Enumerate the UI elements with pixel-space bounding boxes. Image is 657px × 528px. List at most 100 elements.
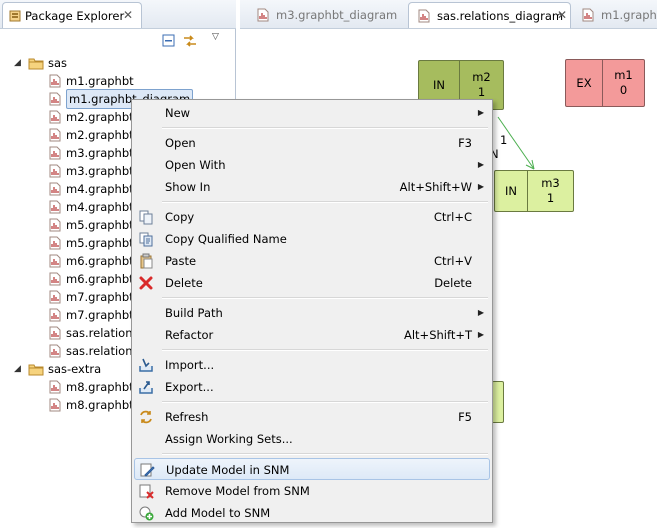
tab-sas-relations-diagram[interactable]: sas.relations_diagram ✕ — [408, 2, 571, 28]
tab-m3-graphbt-diagram[interactable]: m3.graphbt_diagram — [248, 2, 408, 28]
diagram-file-icon — [256, 8, 270, 25]
menu-item-paste[interactable]: Paste Ctrl+V — [134, 250, 490, 272]
tree-item-label: m4.graphbt — [66, 182, 134, 196]
menu-item-label: Import... — [165, 358, 215, 372]
menu-item-assign-working-sets[interactable]: Assign Working Sets... — [134, 428, 490, 450]
expand-toggle-icon[interactable]: ◢ — [14, 54, 21, 72]
menu-item-label: Paste — [165, 254, 197, 268]
submenu-arrow-icon: ▶ — [477, 330, 484, 339]
menu-item-label: Copy — [165, 210, 195, 224]
tree-item-label: m2.graphbt — [66, 110, 134, 124]
editor-tabbar: m3.graphbt_diagram sas.relations_diagram… — [240, 0, 657, 29]
tree-item-label: sas-extra — [48, 362, 102, 376]
submenu-arrow-icon: ▶ — [477, 108, 484, 117]
menu-item-refactor[interactable]: Refactor Alt+Shift+T ▶ — [134, 324, 490, 346]
menu-item-shortcut: F5 — [458, 410, 472, 424]
diagram-file-icon — [581, 8, 595, 25]
collapse-all-icon[interactable] — [162, 34, 176, 51]
menu-item-update-model-in-snm[interactable]: Update Model in SNM — [134, 458, 490, 480]
tab-label: m3.graphbt_diagram — [276, 8, 398, 22]
menu-item-open[interactable]: Open F3 — [134, 132, 490, 154]
update-model-icon — [139, 462, 155, 478]
tree-item-label: m5.graphbt — [66, 218, 134, 232]
tree-item-label: m4.graphbt — [66, 200, 134, 214]
tree-project-row[interactable]: ◢ sas — [0, 54, 236, 72]
menu-item-build-path[interactable]: Build Path ▶ — [134, 302, 490, 324]
menu-item-label: Refresh — [165, 410, 209, 424]
tree-item-label: m2.graphbt — [66, 128, 134, 142]
menu-separator — [162, 297, 488, 299]
tab-label: m1.graphbt_ — [601, 8, 657, 22]
menu-item-label: Open — [165, 136, 196, 150]
menu-separator — [162, 201, 488, 203]
edge-multiplicity-label: 1 — [500, 133, 508, 147]
package-explorer-tab[interactable]: Package Explorer ✕ — [2, 2, 142, 28]
menu-item-shortcut: Ctrl+V — [434, 254, 472, 268]
add-model-icon — [138, 505, 154, 521]
menu-item-copy-qualified-name[interactable]: Copy Qualified Name — [134, 228, 490, 250]
menu-item-refresh[interactable]: Refresh F5 — [134, 406, 490, 428]
menu-item-remove-model-from-snm[interactable]: Remove Model from SNM — [134, 480, 490, 502]
menu-item-label: Show In — [165, 180, 211, 194]
tree-item-label: m8.graphbt — [66, 380, 134, 394]
tree-item-label: m5.graphbt — [66, 236, 134, 250]
paste-icon — [138, 253, 154, 269]
refresh-icon — [138, 409, 154, 425]
close-tab-icon[interactable]: ✕ — [557, 8, 567, 22]
context-menu: New ▶ Open F3 Open With ▶ Show In Alt+Shift+W ▶ C… — [131, 99, 493, 523]
close-view-icon[interactable]: ✕ — [123, 8, 133, 22]
package-explorer-toolbar: ▽ — [160, 32, 230, 52]
menu-item-label: Assign Working Sets... — [165, 432, 293, 446]
expand-toggle-icon[interactable]: ◢ — [14, 360, 21, 378]
menu-separator — [162, 401, 488, 403]
menu-separator — [162, 349, 488, 351]
export-icon — [138, 379, 154, 395]
menu-item-import[interactable]: Import... — [134, 354, 490, 376]
tree-item-label: m6.graphbt — [66, 272, 134, 286]
tree-file-row[interactable]: m1.graphbt — [0, 72, 236, 90]
menu-item-shortcut: Alt+Shift+T — [403, 328, 472, 342]
submenu-arrow-icon: ▶ — [477, 308, 484, 317]
package-explorer-title: Package Explorer — [25, 9, 125, 23]
menu-item-add-model-to-snm[interactable]: Add Model to SNM — [134, 502, 490, 524]
tree-item-label: m7.graphbt — [66, 290, 134, 304]
menu-item-label: Delete — [165, 276, 203, 290]
menu-item-label: Refactor — [165, 328, 214, 342]
tab-label: sas.relations_diagram — [437, 9, 564, 23]
tree-item-label: sas — [48, 56, 68, 70]
tree-item-label: m3.graphbt — [66, 146, 134, 160]
import-icon — [138, 357, 154, 373]
copy-icon — [138, 209, 154, 225]
package-explorer-tabbar: Package Explorer ✕ — [0, 0, 236, 29]
menu-item-label: Export... — [165, 380, 214, 394]
menu-item-copy[interactable]: Copy Ctrl+C — [134, 206, 490, 228]
tab-m1-graphbt-diagram[interactable]: m1.graphbt_ — [573, 2, 657, 28]
menu-item-new[interactable]: New ▶ — [134, 102, 490, 124]
menu-item-shortcut: F3 — [458, 136, 472, 150]
menu-item-shortcut: Alt+Shift+W — [399, 180, 472, 194]
menu-item-show-in[interactable]: Show In Alt+Shift+W ▶ — [134, 176, 490, 198]
delete-icon — [138, 275, 154, 291]
submenu-arrow-icon: ▶ — [477, 182, 484, 191]
tree-item-label: m6.graphbt — [66, 254, 134, 268]
menu-item-shortcut: Ctrl+C — [433, 210, 472, 224]
link-with-editor-icon[interactable] — [182, 34, 198, 51]
diagram-node-hidden[interactable] — [492, 381, 504, 423]
menu-item-export[interactable]: Export... — [134, 376, 490, 398]
menu-separator — [162, 453, 488, 455]
menu-item-label: Build Path — [165, 306, 223, 320]
copy-qualified-icon — [138, 231, 154, 247]
menu-item-delete[interactable]: Delete Delete — [134, 272, 490, 294]
menu-item-label: Update Model in SNM — [166, 463, 290, 477]
menu-item-label: Add Model to SNM — [165, 506, 271, 520]
tree-item-label: m1.graphbt — [66, 74, 134, 88]
tree-item-label: m7.graphbt — [66, 308, 134, 322]
tree-item-label: sas.relations — [66, 326, 139, 340]
menu-separator — [162, 127, 488, 129]
menu-item-shortcut: Delete — [434, 276, 472, 290]
menu-item-open-with[interactable]: Open With ▶ — [134, 154, 490, 176]
submenu-arrow-icon: ▶ — [477, 160, 484, 169]
menu-item-label: New — [165, 106, 191, 120]
view-menu-icon[interactable]: ▽ — [212, 32, 219, 42]
menu-item-label: Open With — [165, 158, 226, 172]
